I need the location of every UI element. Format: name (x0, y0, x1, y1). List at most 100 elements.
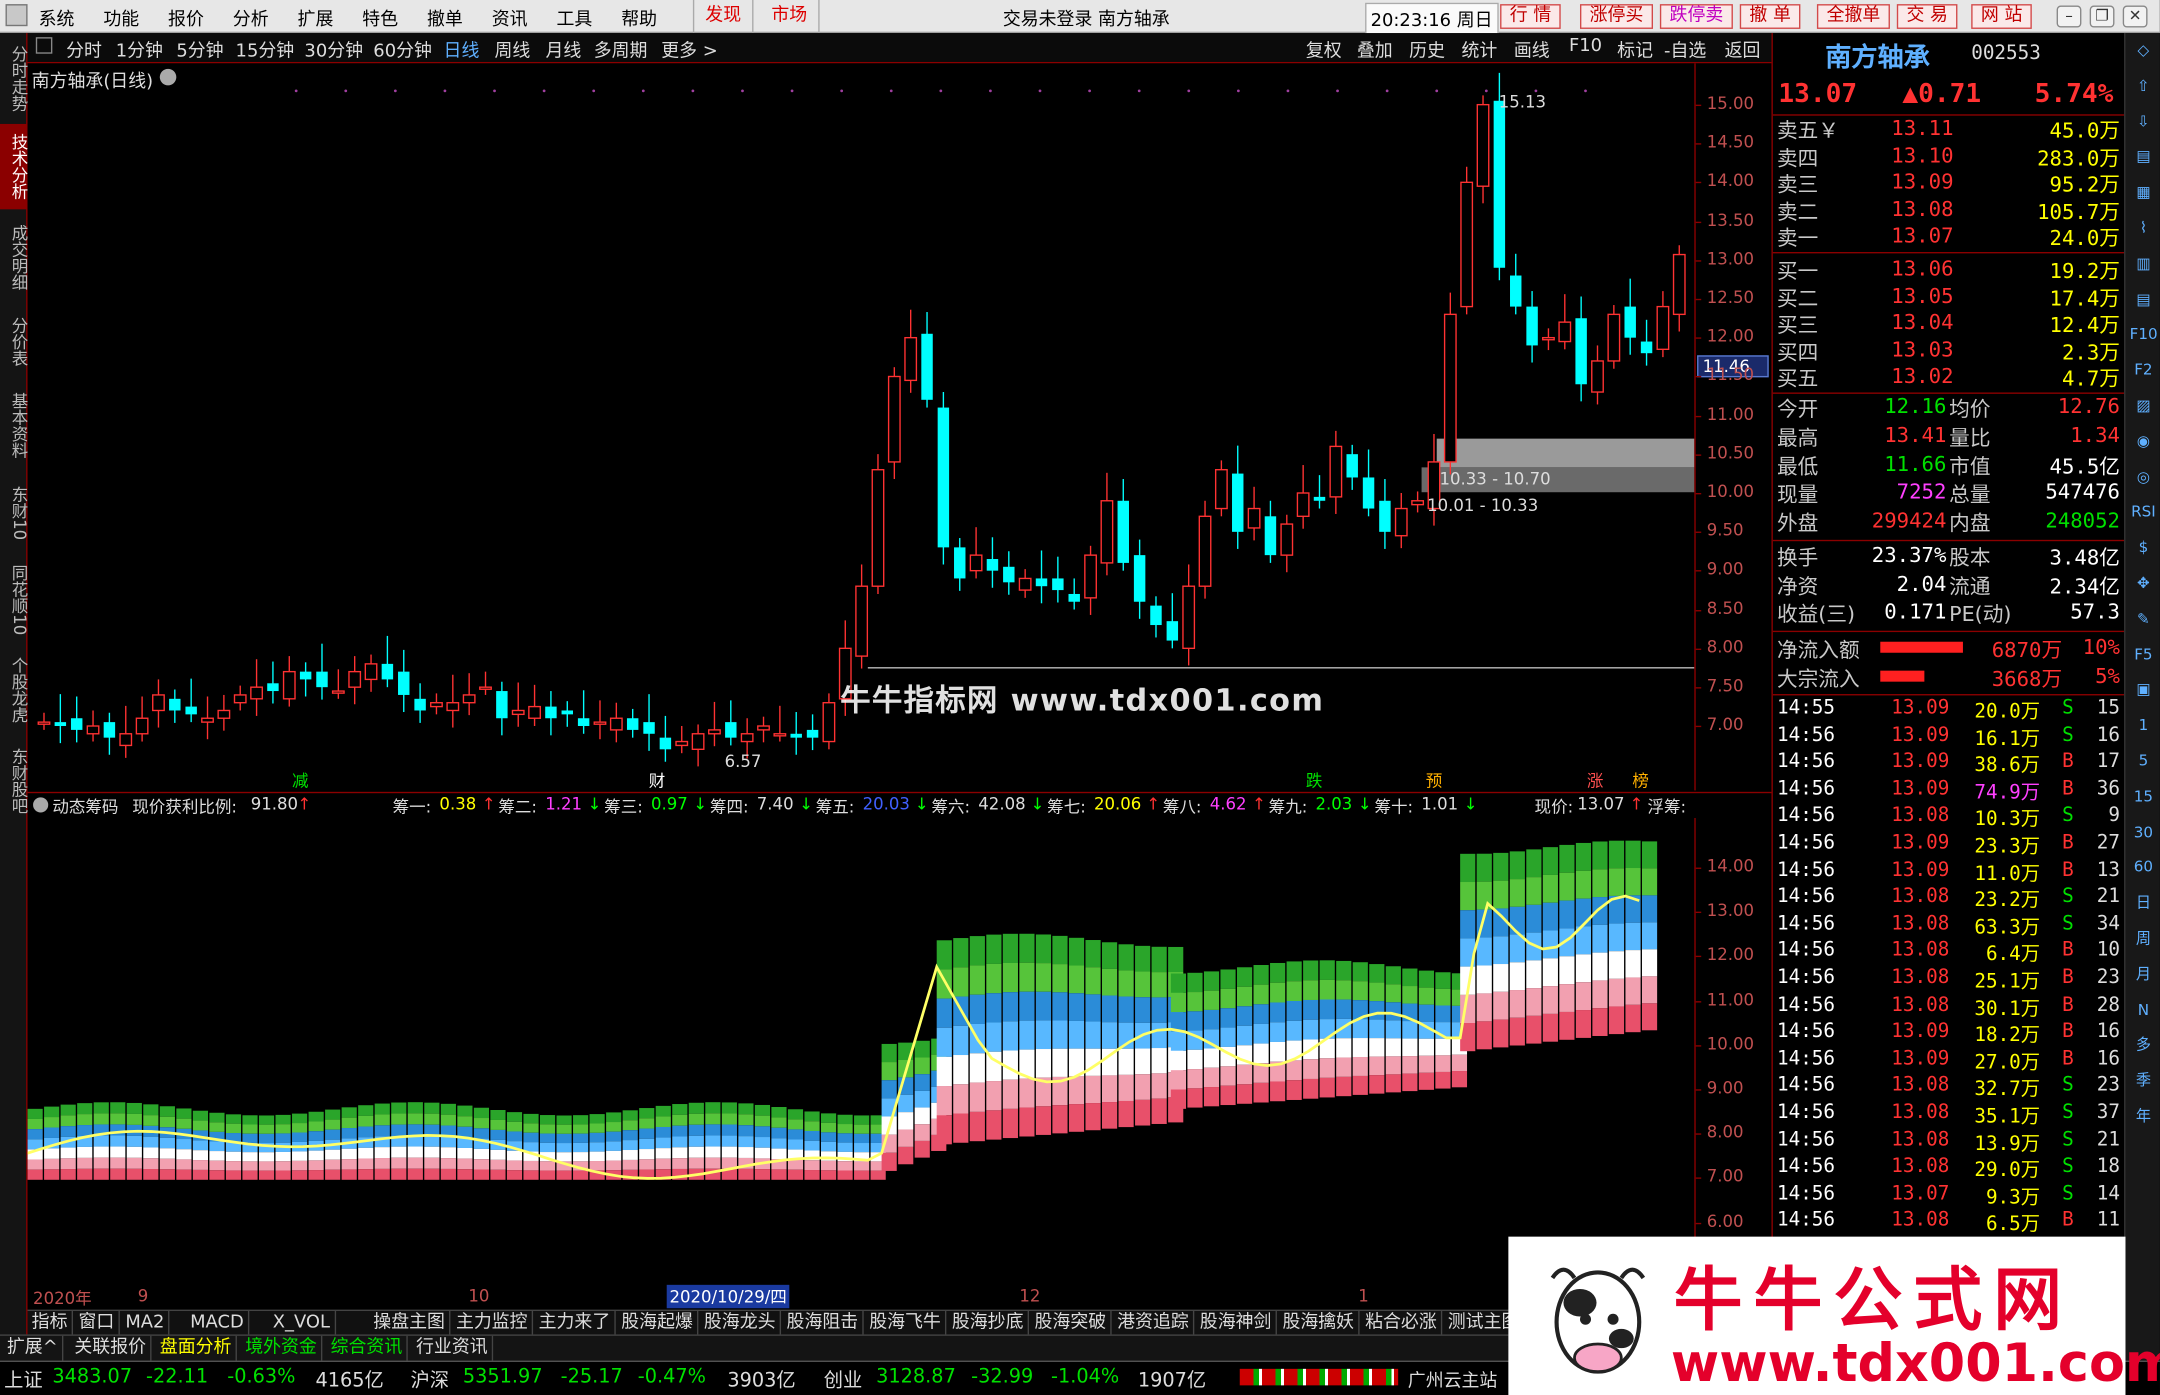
indicator-tab[interactable]: 股海神剑 (1196, 1310, 1277, 1336)
mark-button[interactable]: 标记 (1617, 36, 1653, 62)
chart-settings-icon[interactable] (159, 68, 177, 86)
minimize-icon[interactable]: – (2056, 5, 2082, 28)
menu-tools[interactable]: 工具 (557, 4, 593, 31)
cy-index-label[interactable]: 创业 (824, 1366, 863, 1394)
indicator-tab[interactable]: 粘合必涨 (1361, 1310, 1443, 1336)
restore-rights-button[interactable]: 复权 (1306, 36, 1342, 62)
period-15min[interactable]: 15分钟 (236, 36, 295, 62)
f10-button[interactable]: F10 (1569, 36, 1602, 57)
restore-icon[interactable]: ❐ (2089, 5, 2115, 28)
candlestick-chart[interactable]: 南方轴承(日线) 15.13 6.57 10.33 - 10.70 10.01 … (27, 63, 1772, 790)
tab-price-table[interactable]: 分价表 (0, 306, 29, 378)
ask-row[interactable]: 卖五￥ 13.11 45.0万 (1773, 116, 2126, 144)
tab-intraday[interactable]: 分时走势 (0, 36, 29, 121)
side-toolbar-icon[interactable]: ◇ (2130, 39, 2158, 64)
extension-tab[interactable]: 境外资金 (241, 1335, 323, 1361)
ask-row[interactable]: 卖四 13.10 283.0万 (1773, 143, 2126, 171)
menu-function[interactable]: 功能 (103, 4, 139, 31)
side-toolbar-icon[interactable]: 年 (2130, 1104, 2158, 1129)
side-toolbar-icon[interactable]: ◎ (2130, 465, 2158, 490)
side-toolbar-icon[interactable]: F10 (2130, 323, 2158, 348)
extension-tab[interactable]: 盘面分析 (156, 1335, 237, 1361)
history-button[interactable]: 历史 (1409, 36, 1445, 62)
side-toolbar-icon[interactable]: F5 (2130, 643, 2158, 668)
menu-market[interactable]: 市场 (760, 0, 820, 34)
indicator-tab[interactable]: X_VOL (269, 1310, 336, 1336)
side-toolbar-icon[interactable]: ▣ (2130, 678, 2158, 703)
side-toolbar-icon[interactable]: ⌇ (2130, 216, 2158, 241)
hs-index-label[interactable]: 沪深 (410, 1366, 449, 1394)
sh-index-label[interactable]: 上证 (4, 1366, 43, 1394)
menu-analysis[interactable]: 分析 (233, 4, 269, 31)
side-toolbar-icon[interactable]: ▨ (2130, 394, 2158, 419)
period-weekly[interactable]: 周线 (495, 36, 531, 62)
tab-fundamentals[interactable]: 基本资料 (0, 383, 29, 468)
side-toolbar-icon[interactable]: 日 (2130, 891, 2158, 916)
bid-row[interactable]: 买五 13.02 4.7万 (1773, 364, 2126, 392)
menu-quote[interactable]: 报价 (168, 4, 204, 31)
side-toolbar-icon[interactable]: 5 (2130, 749, 2158, 774)
period-intraday[interactable]: 分时 (66, 36, 102, 62)
side-toolbar-icon[interactable]: 1 (2130, 714, 2158, 739)
tab-dragon-tiger[interactable]: 个股龙虎 (0, 647, 29, 732)
side-toolbar-icon[interactable]: 15 (2130, 785, 2158, 810)
side-toolbar-icon[interactable]: N (2130, 998, 2158, 1023)
side-toolbar-icon[interactable]: ✥ (2130, 571, 2158, 596)
limit-down-sell-button[interactable]: 跌停卖 (1659, 4, 1733, 29)
side-toolbar-icon[interactable]: ✎ (2130, 607, 2158, 632)
side-toolbar-icon[interactable]: ⇧ (2130, 74, 2158, 99)
menu-extend[interactable]: 扩展 (298, 4, 334, 31)
ask-row[interactable]: 卖一 13.07 24.0万 (1773, 224, 2126, 252)
tab-guba[interactable]: 东财股吧 (0, 738, 29, 823)
side-toolbar-icon[interactable]: 周 (2130, 927, 2158, 952)
indicator-tab[interactable]: 股海抄底 (948, 1310, 1030, 1336)
menu-discover[interactable]: 发现 (692, 0, 754, 34)
cancel-order-button[interactable]: 撤 单 (1739, 4, 1801, 29)
extension-tab[interactable]: 综合资讯 (326, 1335, 408, 1361)
menu-feature[interactable]: 特色 (362, 4, 398, 31)
quote-button[interactable]: 行 情 (1500, 4, 1561, 29)
chip-indicator-chart[interactable]: 动态筹码 现价获利比例: 91.80 ↑ 筹一: 0.38 ↑ 筹二: 1.21 ↓ 筹三:… (27, 791, 1772, 1287)
menu-cancel[interactable]: 撤单 (427, 4, 463, 31)
extension-tab[interactable]: 行业资讯 (412, 1335, 494, 1361)
extension-tab[interactable]: 关联报价 (70, 1335, 152, 1361)
side-toolbar-icon[interactable]: 30 (2130, 820, 2158, 845)
tab-trade-details[interactable]: 成交明细 (0, 215, 29, 300)
app-icon[interactable] (5, 4, 28, 27)
trade-button[interactable]: 交 易 (1896, 4, 1958, 29)
indicator-tab[interactable]: 主力来了 (534, 1310, 616, 1336)
panel-toggle-icon[interactable] (35, 37, 53, 54)
indicator-settings-icon[interactable] (33, 797, 49, 813)
tab-eastmoney10[interactable]: 东财10 (0, 474, 29, 554)
side-toolbar-icon[interactable]: 季 (2130, 1069, 2158, 1094)
indicator-tab[interactable]: 操盘主图 (369, 1310, 451, 1336)
menu-system[interactable]: 系统 (39, 4, 75, 31)
tab-ths10[interactable]: 同花顺10 (0, 559, 29, 642)
menu-help[interactable]: 帮助 (621, 4, 657, 31)
indicator-tab[interactable]: 股海起爆 (617, 1310, 699, 1336)
bid-row[interactable]: 买三 13.04 12.4万 (1773, 310, 2126, 338)
side-toolbar-icon[interactable]: RSI (2130, 500, 2158, 525)
limit-up-buy-button[interactable]: 涨停买 (1579, 4, 1654, 29)
ask-row[interactable]: 卖三 13.09 95.2万 (1773, 170, 2126, 198)
ask-row[interactable]: 卖二 13.08 105.7万 (1773, 197, 2126, 225)
period-5min[interactable]: 5分钟 (176, 36, 223, 62)
indicator-tab[interactable]: 股海擒妖 (1278, 1310, 1360, 1336)
indicator-tab[interactable]: 股海飞牛 (865, 1310, 947, 1336)
draw-line-button[interactable]: 画线 (1514, 36, 1550, 62)
side-toolbar-icon[interactable]: 月 (2130, 962, 2158, 987)
self-select-button[interactable]: -自选 (1664, 36, 1706, 62)
indicator-tab[interactable]: 窗口 (74, 1310, 120, 1336)
period-monthly[interactable]: 月线 (545, 36, 581, 62)
side-toolbar-icon[interactable]: ▥ (2130, 252, 2158, 277)
statistics-button[interactable]: 统计 (1462, 36, 1498, 62)
period-daily[interactable]: 日线 (444, 36, 480, 62)
extension-tab[interactable]: 扩展^ (3, 1335, 64, 1361)
side-toolbar-icon[interactable]: ◉ (2130, 429, 2158, 454)
side-toolbar-icon[interactable]: ▤ (2130, 287, 2158, 312)
period-60min[interactable]: 60分钟 (373, 36, 432, 62)
website-button[interactable]: 网 站 (1971, 4, 2033, 29)
side-toolbar-icon[interactable]: ▤ (2130, 145, 2158, 170)
menu-news[interactable]: 资讯 (492, 4, 528, 31)
back-button[interactable]: 返回 (1725, 36, 1761, 62)
